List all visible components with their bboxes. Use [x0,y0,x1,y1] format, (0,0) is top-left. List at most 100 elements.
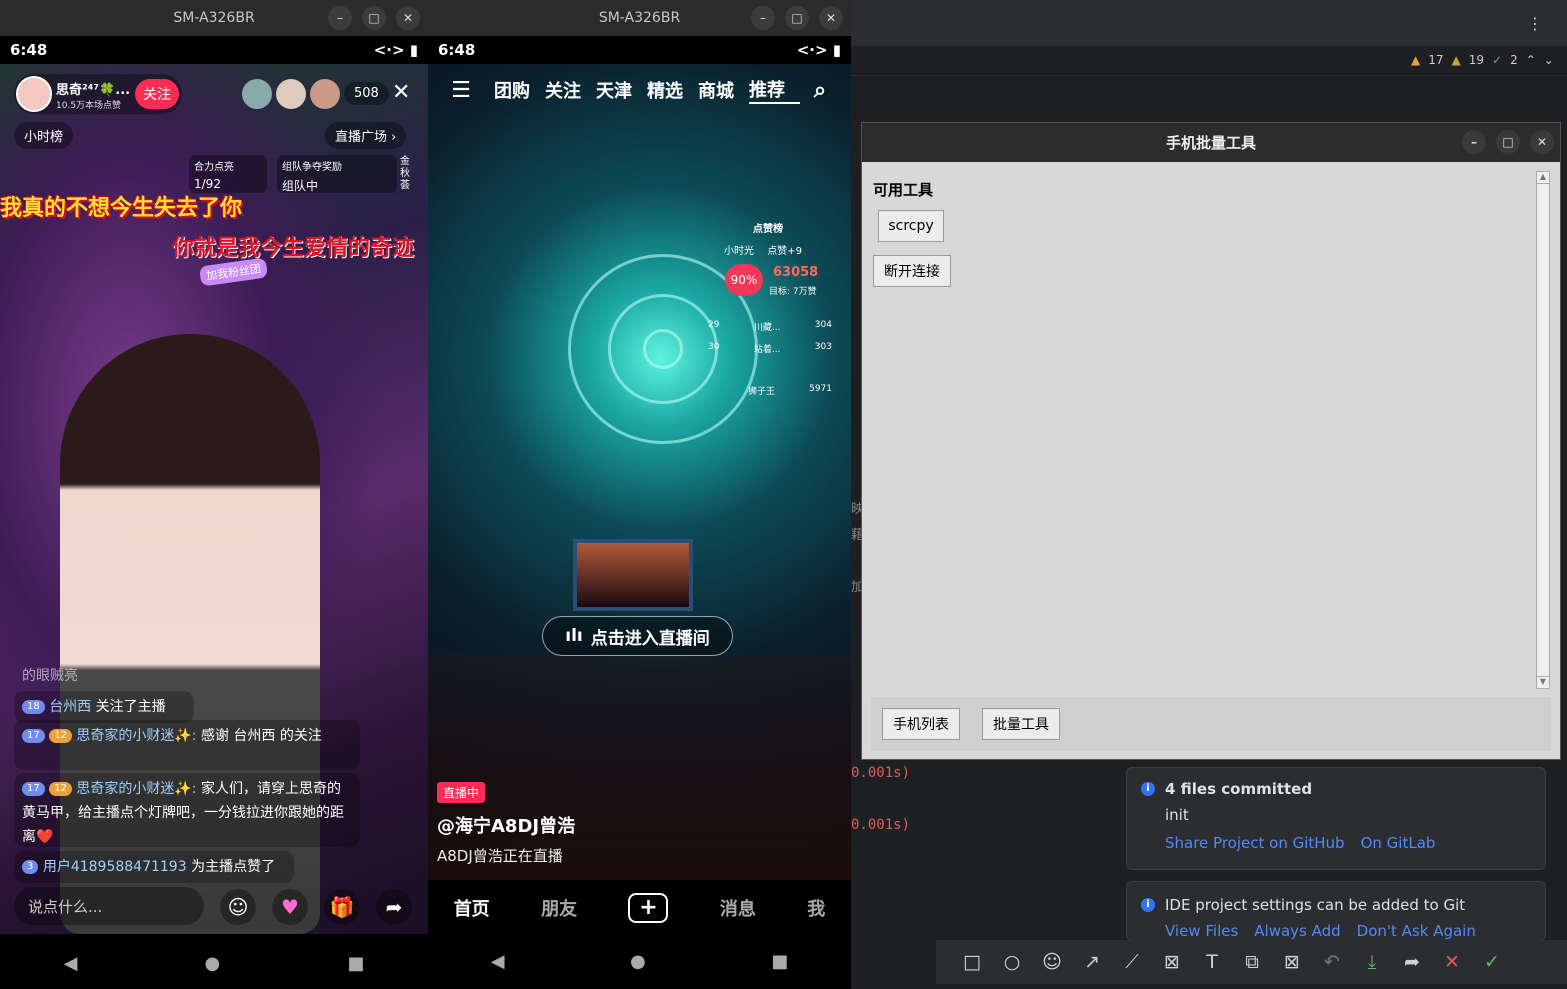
viewer-avatar[interactable] [242,79,272,109]
ellipse-icon[interactable]: ○ [992,942,1032,982]
close-icon[interactable]: ✕ [1530,130,1554,154]
search-icon[interactable]: ⌕ [800,78,840,103]
chat-user[interactable]: 思奇家的小财迷✨: [76,781,196,797]
scrcpy-button[interactable]: scrcpy [878,210,944,242]
view-files-link[interactable]: View Files [1165,922,1238,940]
mosaic-icon[interactable]: ⊠ [1152,942,1192,982]
chat-user[interactable]: 思奇家的小财迷✨: [76,728,196,744]
emoji-icon[interactable]: ☺ [1032,942,1072,982]
minimize-icon[interactable]: – [328,6,352,30]
tab-featured[interactable]: 精选 [647,77,698,103]
confirm-icon[interactable]: ✓ [1472,942,1512,982]
gift-icon[interactable]: 🎁 [324,889,360,925]
warning-count: 17 [1428,53,1444,67]
live-video-preview[interactable] [428,64,851,880]
chat-user[interactable]: 用户4189588471193 [43,859,187,875]
dialog-titlebar[interactable]: 手机批量工具 – □ ✕ [862,123,1560,162]
rank-row: 30 站着... 303 [708,342,832,355]
menu-icon[interactable]: ☰ [428,78,494,103]
pin-icon[interactable]: ⧉ [1232,942,1272,982]
minimize-icon[interactable]: – [751,6,775,30]
undo-icon[interactable]: ↶ [1312,942,1352,982]
recents-icon[interactable]: ■ [347,953,364,974]
tab-tianjin[interactable]: 天津 [596,77,647,103]
arrow-icon[interactable]: ↗ [1072,942,1112,982]
window-title: SM-A326BR [173,10,255,26]
window-titlebar[interactable]: SM-A326BR – □ ✕ [428,0,851,36]
tab-group-buy[interactable]: 团购 [494,77,545,103]
minimize-icon[interactable]: – [1462,130,1486,154]
cancel-icon[interactable]: ✕ [1432,942,1472,982]
streamer-name[interactable]: @海宁A8DJ曾浩 [437,812,575,838]
follow-button[interactable]: 关注 [135,79,179,109]
window-titlebar[interactable]: SM-A326BR – □ ✕ [0,0,428,36]
host-card[interactable]: 思奇²⁴⁷🍀... 10.5万本场点赞 关注 [14,74,182,114]
tab-recommend[interactable]: 推荐 [749,76,800,104]
share-icon[interactable]: ➦ [1392,942,1432,982]
create-post-icon[interactable]: + [628,892,669,923]
home-icon[interactable]: ● [205,953,221,974]
chat-faded-line: 的眼贼亮 [22,668,78,684]
home-icon[interactable]: ● [630,951,646,972]
lyric-line-2: 你就是我今生爱情的奇迹 [172,236,415,261]
nav-home[interactable]: 首页 [454,895,490,921]
tab-mall[interactable]: 商城 [698,77,749,103]
chevron-down-icon[interactable]: ⌄ [1544,53,1554,67]
close-icon[interactable]: ✕ [396,6,420,30]
viewer-count[interactable]: 508 [344,82,389,105]
scrollbar[interactable]: ▲ ▼ [1536,171,1550,689]
live-plaza-link[interactable]: 直播广场 › [325,122,407,149]
crop-icon[interactable]: ⊠ [1272,942,1312,982]
maximize-icon[interactable]: □ [785,6,809,30]
line-icon[interactable]: ⟋ [1112,942,1152,982]
tab-batch-tools[interactable]: 批量工具 [982,708,1060,740]
scroll-up-icon[interactable]: ▲ [1537,172,1549,184]
chevron-up-icon[interactable]: ⌃ [1526,53,1536,67]
maximize-icon[interactable]: □ [1496,130,1520,154]
inspection-widget[interactable]: ▲ 17 ▲ 19 ✓ 2 ⌃ ⌄ [1411,53,1554,67]
tab-phone-list[interactable]: 手机列表 [882,708,960,740]
level-badge: 17 [22,729,45,743]
rank-name: 狮子王 [748,387,776,397]
tab-follow[interactable]: 关注 [545,77,596,103]
recents-icon[interactable]: ■ [771,951,788,972]
rank-name: 川藏... [753,323,781,333]
nav-messages[interactable]: 消息 [720,895,756,921]
maximize-icon[interactable]: □ [362,6,386,30]
emoji-icon[interactable]: ☺ [220,889,256,925]
editor-tab-strip: ▲ 17 ▲ 19 ✓ 2 ⌃ ⌄ [851,46,1567,76]
enter-live-button[interactable]: ılı 点击进入直播间 [542,616,733,656]
hourly-rank[interactable]: 小时榜 [14,122,74,149]
always-add-link[interactable]: Always Add [1254,922,1340,940]
save-icon[interactable]: ⤓ [1352,942,1392,982]
nav-me[interactable]: 我 [807,895,825,921]
status-bar: 6:48 <·> ▮ [0,36,428,64]
back-icon[interactable]: ◀ [491,951,505,972]
side-banner[interactable]: 金秋荟 [400,156,414,192]
viewer-avatar[interactable] [276,79,306,109]
comment-input[interactable]: 说点什么... [14,887,204,925]
share-icon[interactable]: ➦ [376,889,412,925]
scroll-down-icon[interactable]: ▼ [1537,676,1549,688]
dont-ask-again-link[interactable]: Don't Ask Again [1357,922,1476,940]
back-icon[interactable]: ◀ [64,953,78,974]
more-icon[interactable]: ⋮ [1527,14,1543,33]
close-live-icon[interactable]: ✕ [392,80,410,105]
chat-user[interactable]: 台州西 [49,699,91,715]
live-badge[interactable]: 直播中 [437,782,486,803]
gitlab-link[interactable]: On GitLab [1361,834,1436,852]
disconnect-button[interactable]: 断开连接 [873,255,951,287]
close-icon[interactable]: ✕ [819,6,843,30]
check-icon: ✓ [1492,53,1503,67]
notification-title: IDE project settings can be added to Git [1165,896,1466,914]
like-heart-icon[interactable]: ♥ [272,889,308,925]
light-up-widget[interactable]: 合力点亮 1/92 [189,155,267,193]
share-github-link[interactable]: Share Project on GitHub [1165,834,1345,852]
text-icon[interactable]: T [1192,942,1232,982]
nav-friends[interactable]: 朋友 [541,895,577,921]
avatar[interactable] [16,76,52,112]
rectangle-icon[interactable]: □ [952,942,992,982]
rank-number: 29 [708,320,720,330]
team-widget[interactable]: 组队争夺奖励 组队中 [277,155,397,193]
viewer-avatar[interactable] [310,79,340,109]
